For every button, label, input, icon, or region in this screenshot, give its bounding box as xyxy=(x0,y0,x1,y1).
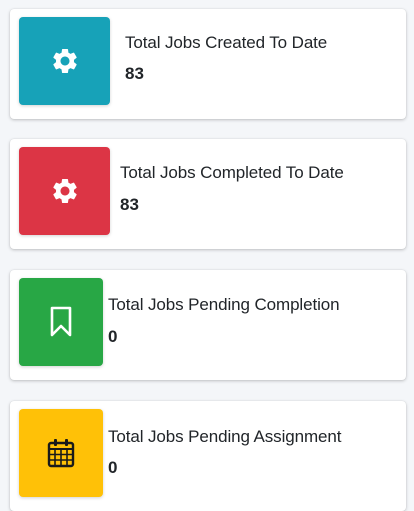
info-box-title: Total Jobs Pending Completion xyxy=(108,295,340,314)
info-box-number: 83 xyxy=(120,195,139,214)
info-box-icon-container xyxy=(19,278,103,366)
dashboard-page: { "colors": { "info": "#17a2b8", "danger… xyxy=(0,0,414,511)
gear-icon xyxy=(52,178,77,203)
info-box-number: 0 xyxy=(108,458,118,477)
gear-icon xyxy=(52,48,77,73)
info-box-number: 0 xyxy=(108,327,118,346)
info-box-jobs-pending-completion: Total Jobs Pending Completion 0 xyxy=(10,270,406,380)
info-box-title: Total Jobs Pending Assignment xyxy=(108,427,342,446)
info-box-title: Total Jobs Completed To Date xyxy=(120,163,344,182)
info-box-icon-container xyxy=(19,409,103,497)
calendar-icon xyxy=(47,439,75,468)
info-box-jobs-completed: Total Jobs Completed To Date 83 xyxy=(10,139,406,249)
info-box-jobs-created: Total Jobs Created To Date 83 xyxy=(10,9,406,119)
info-box-icon-container xyxy=(19,147,110,235)
info-box-icon-container xyxy=(19,17,110,105)
info-box-title: Total Jobs Created To Date xyxy=(125,33,328,52)
info-box-jobs-pending-assignment: Total Jobs Pending Assignment 0 xyxy=(10,401,406,511)
info-box-number: 83 xyxy=(125,64,144,83)
bookmark-icon xyxy=(50,306,72,337)
